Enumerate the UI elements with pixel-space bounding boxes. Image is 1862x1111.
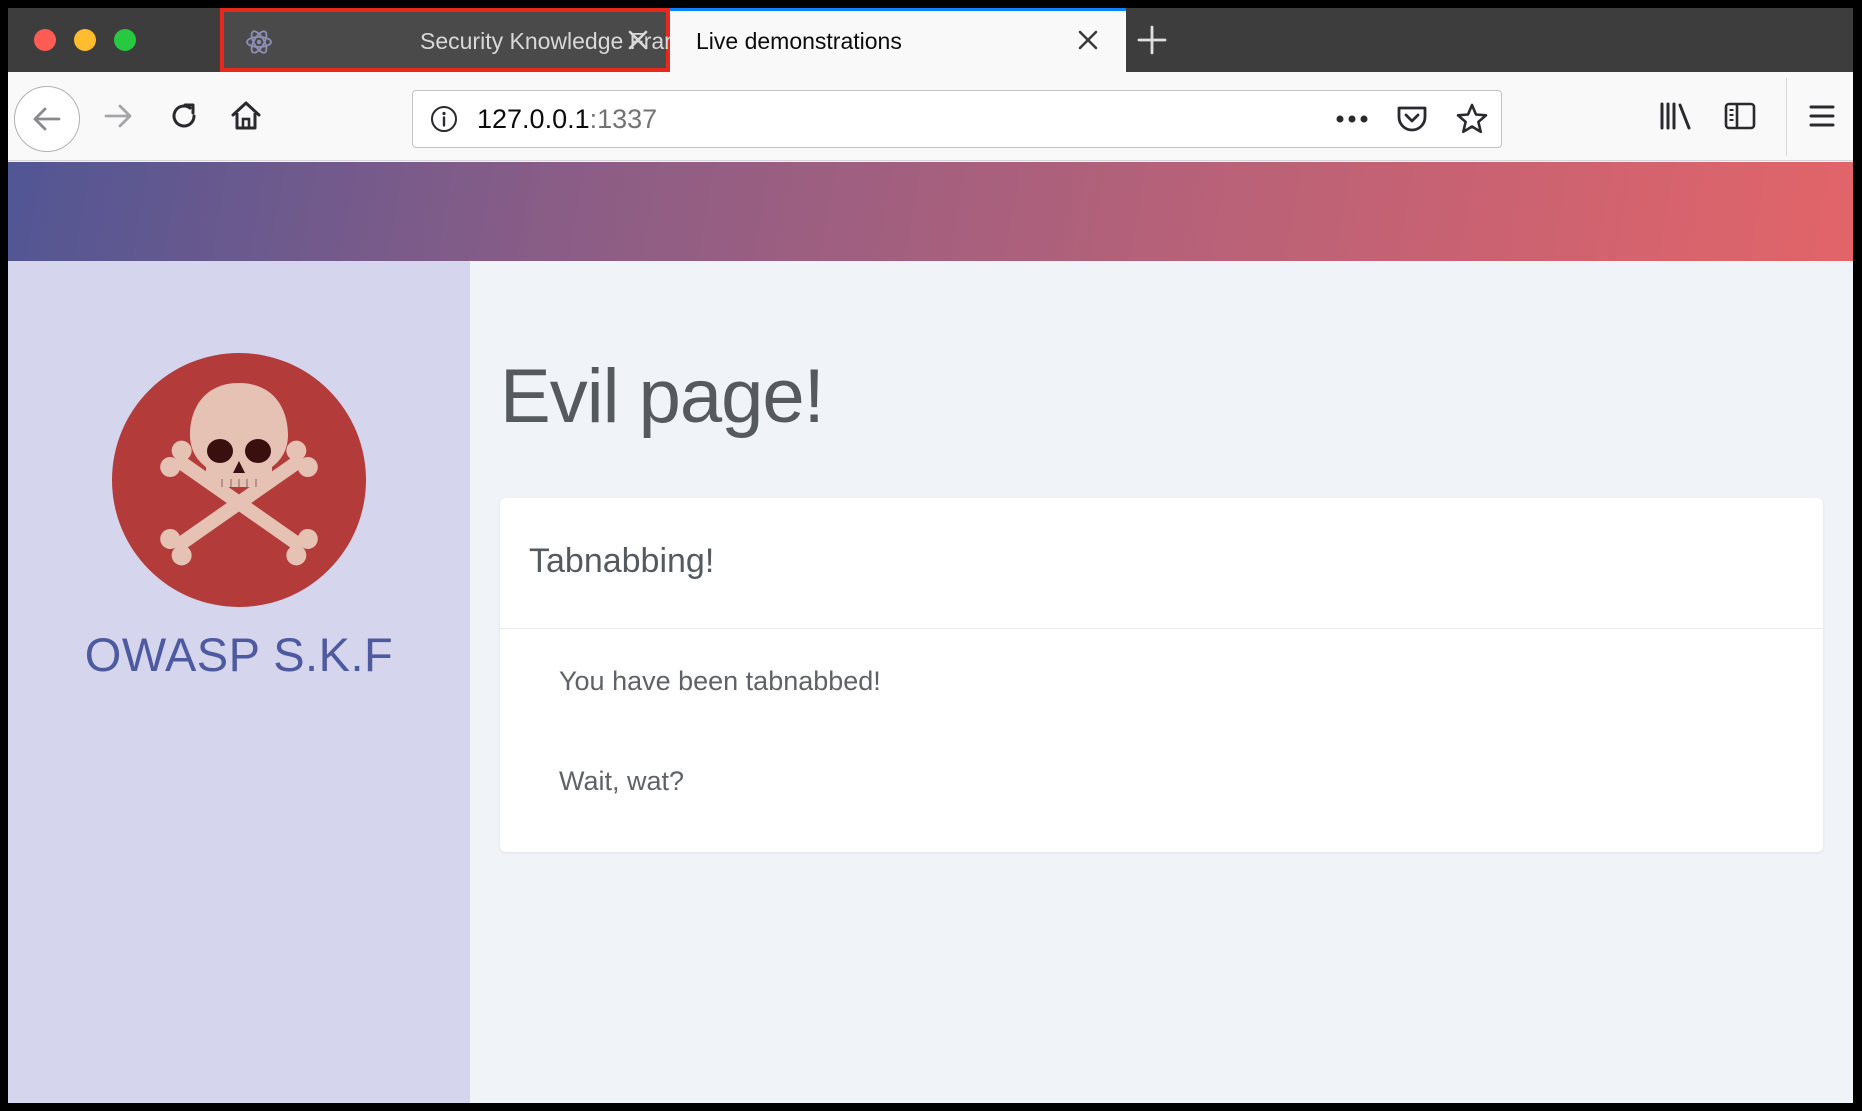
skull-crossbones-icon [112, 353, 366, 607]
close-icon[interactable] [1074, 26, 1102, 54]
brand-name: OWASP S.K.F [84, 628, 394, 681]
close-window-button[interactable] [34, 29, 56, 51]
library-button[interactable] [1654, 94, 1698, 138]
home-button[interactable] [222, 92, 270, 140]
library-icon [1660, 102, 1691, 130]
sidebar-icon [1724, 102, 1756, 130]
header-banner [8, 162, 1853, 261]
toolbar-separator [1786, 78, 1787, 156]
url-port: :1337 [589, 104, 658, 134]
page-actions [1333, 99, 1491, 139]
tab-strip: Security Knowledge Framework Live demons… [8, 8, 1853, 72]
more-icon[interactable] [1333, 100, 1371, 138]
arrow-right-icon [104, 104, 132, 128]
reload-icon [172, 103, 196, 128]
atom-icon [244, 27, 274, 57]
card-message: Wait, wat? [559, 766, 685, 796]
navigation-toolbar: 127.0.0.1:1337 [8, 72, 1853, 161]
main-content: Evil page! Tabnabbing! You have been tab… [470, 261, 1853, 1103]
address-bar[interactable]: 127.0.0.1:1337 [412, 90, 1502, 148]
url-text: 127.0.0.1:1337 [477, 104, 657, 135]
browser-window: Security Knowledge Framework Live demons… [0, 0, 1862, 1111]
pocket-icon[interactable] [1393, 100, 1431, 138]
page-title: Evil page! [500, 354, 825, 439]
reload-button[interactable] [160, 92, 208, 140]
tab-live-demonstrations[interactable]: Live demonstrations [670, 8, 1126, 72]
plus-icon [1137, 25, 1167, 55]
browser-frame: Security Knowledge Framework Live demons… [8, 8, 1853, 1103]
hamburger-icon [1809, 105, 1835, 127]
sidebar-toggle-button[interactable] [1718, 94, 1762, 138]
minimize-window-button[interactable] [74, 29, 96, 51]
info-icon[interactable] [429, 104, 459, 134]
card-header: Tabnabbing! [500, 498, 1823, 629]
maximize-window-button[interactable] [114, 29, 136, 51]
star-icon[interactable] [1453, 100, 1491, 138]
home-icon [231, 101, 261, 130]
card-message: You have been tabnabbed! [559, 666, 881, 696]
menu-button[interactable] [1800, 94, 1844, 138]
close-icon[interactable] [624, 26, 652, 54]
page-content: OWASP S.K.F Evil page! Tabnabbing! You h… [8, 162, 1853, 1103]
message-card: Tabnabbing! You have been tabnabbed! Wai… [500, 498, 1823, 852]
url-host: 127.0.0.1 [477, 104, 590, 134]
new-tab-button[interactable] [1134, 22, 1170, 58]
forward-button[interactable] [94, 92, 142, 140]
card-title: Tabnabbing! [529, 542, 715, 580]
tab-security-knowledge-framework[interactable]: Security Knowledge Framework [220, 8, 745, 72]
sidebar-panel: OWASP S.K.F [8, 261, 470, 1103]
back-button[interactable] [14, 86, 80, 152]
arrow-left-icon [33, 107, 61, 131]
tab-label: Live demonstrations [696, 28, 902, 54]
